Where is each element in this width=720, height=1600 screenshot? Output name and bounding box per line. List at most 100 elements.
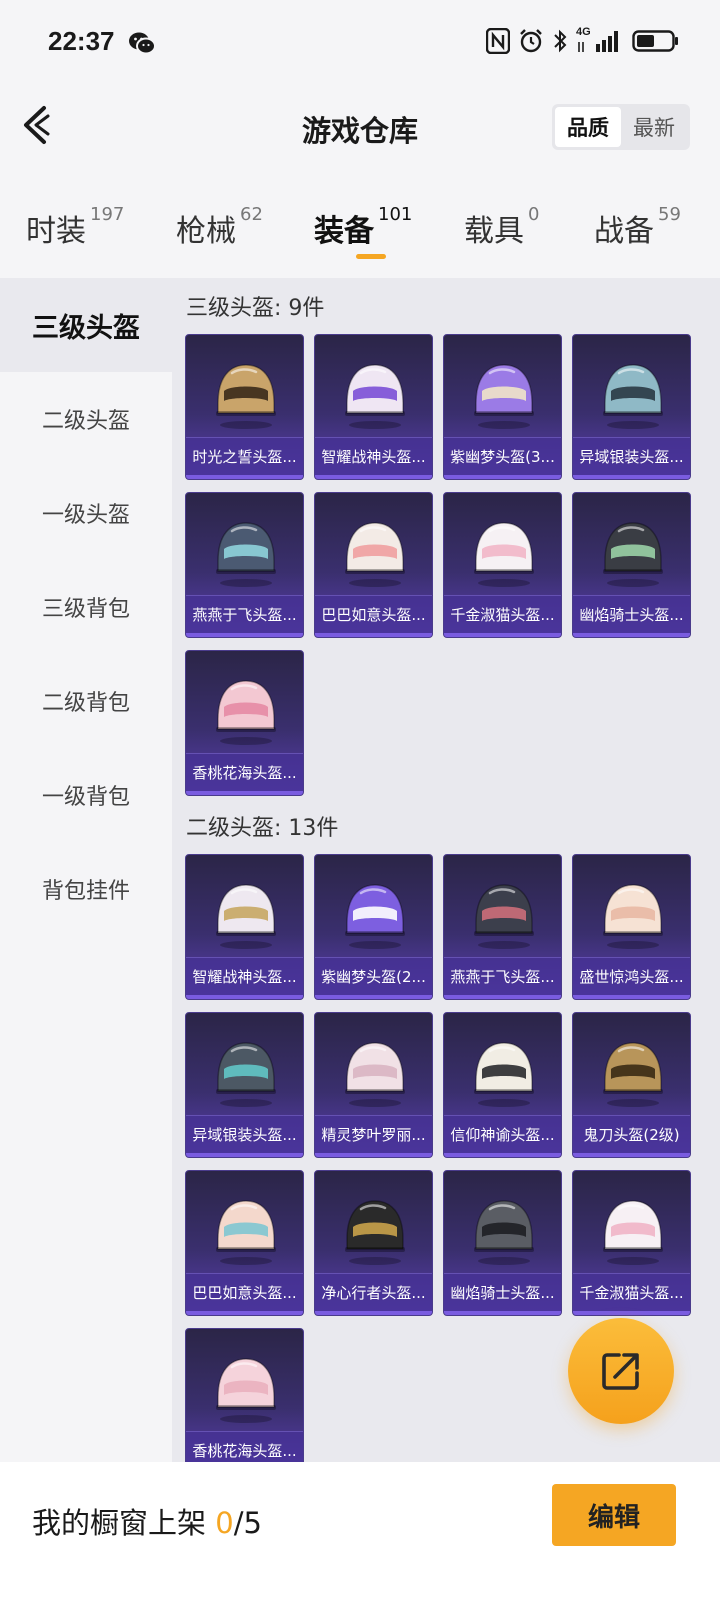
item-card[interactable]: 异域银装头盔... xyxy=(572,334,691,480)
battery-icon xyxy=(632,30,678,52)
wechat-icon xyxy=(129,32,156,55)
item-card[interactable]: 千金淑猫头盔... xyxy=(443,492,562,638)
tab-label: 装备 xyxy=(314,214,374,249)
tab-vehicles[interactable]: 载具 0 xyxy=(464,204,540,250)
item-card[interactable]: 异域银装头盔... xyxy=(185,1012,304,1158)
showcase-status: 我的橱窗上架 0/5 xyxy=(32,1500,262,1542)
signal-icon: 4G xyxy=(576,26,624,54)
status-bar: 22:37 4G xyxy=(0,0,720,80)
item-name: 千金淑猫头盔... xyxy=(444,595,561,633)
sidebar-item-level1-helmet[interactable]: 一级头盔 xyxy=(0,466,172,560)
item-card[interactable]: 香桃花海头盔... xyxy=(185,1328,304,1474)
sort-option-quality[interactable]: 品质 xyxy=(555,107,621,147)
helmet-icon xyxy=(345,364,405,429)
tab-count: 59 xyxy=(658,204,681,225)
tab-label: 枪械 xyxy=(176,214,236,249)
alarm-icon xyxy=(520,29,542,53)
share-button[interactable] xyxy=(568,1318,674,1424)
edit-button[interactable]: 编辑 xyxy=(552,1484,676,1546)
sidebar-item-backpack-pendant[interactable]: 背包挂件 xyxy=(0,842,172,936)
item-name: 智耀战神头盔... xyxy=(315,437,432,475)
tab-fashion[interactable]: 时装 197 xyxy=(26,204,124,250)
item-card[interactable]: 燕燕于飞头盔... xyxy=(443,854,562,1000)
helmet-icon xyxy=(603,1200,663,1265)
tab-count: 0 xyxy=(528,204,540,225)
item-name: 异域银装头盔... xyxy=(573,437,690,475)
item-grid: 时光之誓头盔... 智耀战神头盔... 紫幽梦头盔(3... 异域银装头盔... 燕燕于… xyxy=(185,334,691,796)
item-name: 鬼刀头盔(2级) xyxy=(573,1115,690,1153)
sort-toggle: 品质 最新 xyxy=(552,104,690,150)
helmet-icon xyxy=(474,1042,534,1107)
item-name: 紫幽梦头盔(2... xyxy=(315,957,432,995)
item-card[interactable]: 智耀战神头盔... xyxy=(314,334,433,480)
item-name: 千金淑猫头盔... xyxy=(573,1273,690,1311)
helmet-icon xyxy=(216,522,276,587)
helmet-icon xyxy=(603,1042,663,1107)
item-card[interactable]: 时光之誓头盔... xyxy=(185,334,304,480)
sidebar-item-level2-backpack[interactable]: 二级背包 xyxy=(0,654,172,748)
showcase-total: /5 xyxy=(233,1506,262,1540)
item-list[interactable]: 三级头盔: 9件 时光之誓头盔... 智耀战神头盔... 紫幽梦头盔(3... 异域银… xyxy=(172,278,720,1488)
sidebar: 三级头盔 二级头盔 一级头盔 三级背包 二级背包 一级背包 背包挂件 xyxy=(0,278,172,1488)
item-card[interactable]: 巴巴如意头盔... xyxy=(314,492,433,638)
item-card[interactable]: 智耀战神头盔... xyxy=(185,854,304,1000)
active-tab-indicator xyxy=(356,254,386,259)
item-name: 幽焰骑士头盔... xyxy=(573,595,690,633)
helmet-icon xyxy=(603,884,663,949)
helmet-icon xyxy=(216,680,276,745)
item-name: 幽焰骑士头盔... xyxy=(444,1273,561,1311)
item-card[interactable]: 千金淑猫头盔... xyxy=(572,1170,691,1316)
item-card[interactable]: 鬼刀头盔(2级) xyxy=(572,1012,691,1158)
helmet-icon xyxy=(216,884,276,949)
helmet-icon xyxy=(345,522,405,587)
helmet-icon xyxy=(474,1200,534,1265)
tab-count: 101 xyxy=(378,204,413,225)
item-name: 智耀战神头盔... xyxy=(186,957,303,995)
item-name: 香桃花海头盔... xyxy=(186,753,303,791)
item-card[interactable]: 幽焰骑士头盔... xyxy=(572,492,691,638)
item-card[interactable]: 盛世惊鸿头盔... xyxy=(572,854,691,1000)
category-tabs: 时装 197 枪械 62 装备 101 载具 0 战备 59 xyxy=(0,182,720,278)
helmet-icon xyxy=(345,1042,405,1107)
helmet-icon xyxy=(216,364,276,429)
item-card[interactable]: 幽焰骑士头盔... xyxy=(443,1170,562,1316)
item-card[interactable]: 净心行者头盔... xyxy=(314,1170,433,1316)
tab-supplies[interactable]: 战备 59 xyxy=(594,204,681,250)
item-name: 信仰神谕头盔... xyxy=(444,1115,561,1153)
tab-label: 时装 xyxy=(26,214,86,249)
item-name: 净心行者头盔... xyxy=(315,1273,432,1311)
status-time: 22:37 xyxy=(48,26,115,56)
section-title: 三级头盔: 9件 xyxy=(186,296,325,321)
item-name: 紫幽梦头盔(3... xyxy=(444,437,561,475)
item-name: 巴巴如意头盔... xyxy=(315,595,432,633)
helmet-icon xyxy=(345,1200,405,1265)
item-card[interactable]: 精灵梦叶罗丽... xyxy=(314,1012,433,1158)
header: 游戏仓库 品质 最新 xyxy=(0,80,720,170)
tab-label: 载具 xyxy=(464,214,524,249)
item-name: 燕燕于飞头盔... xyxy=(186,595,303,633)
showcase-current: 0 xyxy=(215,1506,234,1540)
tab-equipment[interactable]: 装备 101 xyxy=(314,204,413,250)
tab-weapons[interactable]: 枪械 62 xyxy=(176,204,263,250)
item-name: 时光之誓头盔... xyxy=(186,437,303,475)
helmet-icon xyxy=(474,522,534,587)
item-name: 燕燕于飞头盔... xyxy=(444,957,561,995)
item-card[interactable]: 信仰神谕头盔... xyxy=(443,1012,562,1158)
sidebar-item-level2-helmet[interactable]: 二级头盔 xyxy=(0,372,172,466)
item-card[interactable]: 紫幽梦头盔(3... xyxy=(443,334,562,480)
item-card[interactable]: 紫幽梦头盔(2... xyxy=(314,854,433,1000)
bottom-bar: 我的橱窗上架 0/5 编辑 xyxy=(0,1462,720,1600)
tab-count: 62 xyxy=(240,204,263,225)
nfc-icon xyxy=(486,28,510,54)
bluetooth-icon xyxy=(554,29,567,53)
sidebar-item-level1-backpack[interactable]: 一级背包 xyxy=(0,748,172,842)
sort-option-newest[interactable]: 最新 xyxy=(621,107,687,147)
item-name: 异域银装头盔... xyxy=(186,1115,303,1153)
sidebar-item-level3-backpack[interactable]: 三级背包 xyxy=(0,560,172,654)
item-card[interactable]: 燕燕于飞头盔... xyxy=(185,492,304,638)
item-card[interactable]: 巴巴如意头盔... xyxy=(185,1170,304,1316)
item-card[interactable]: 香桃花海头盔... xyxy=(185,650,304,796)
status-icons: 4G xyxy=(486,26,680,54)
sidebar-item-level3-helmet[interactable]: 三级头盔 xyxy=(0,278,172,372)
item-name: 巴巴如意头盔... xyxy=(186,1273,303,1311)
